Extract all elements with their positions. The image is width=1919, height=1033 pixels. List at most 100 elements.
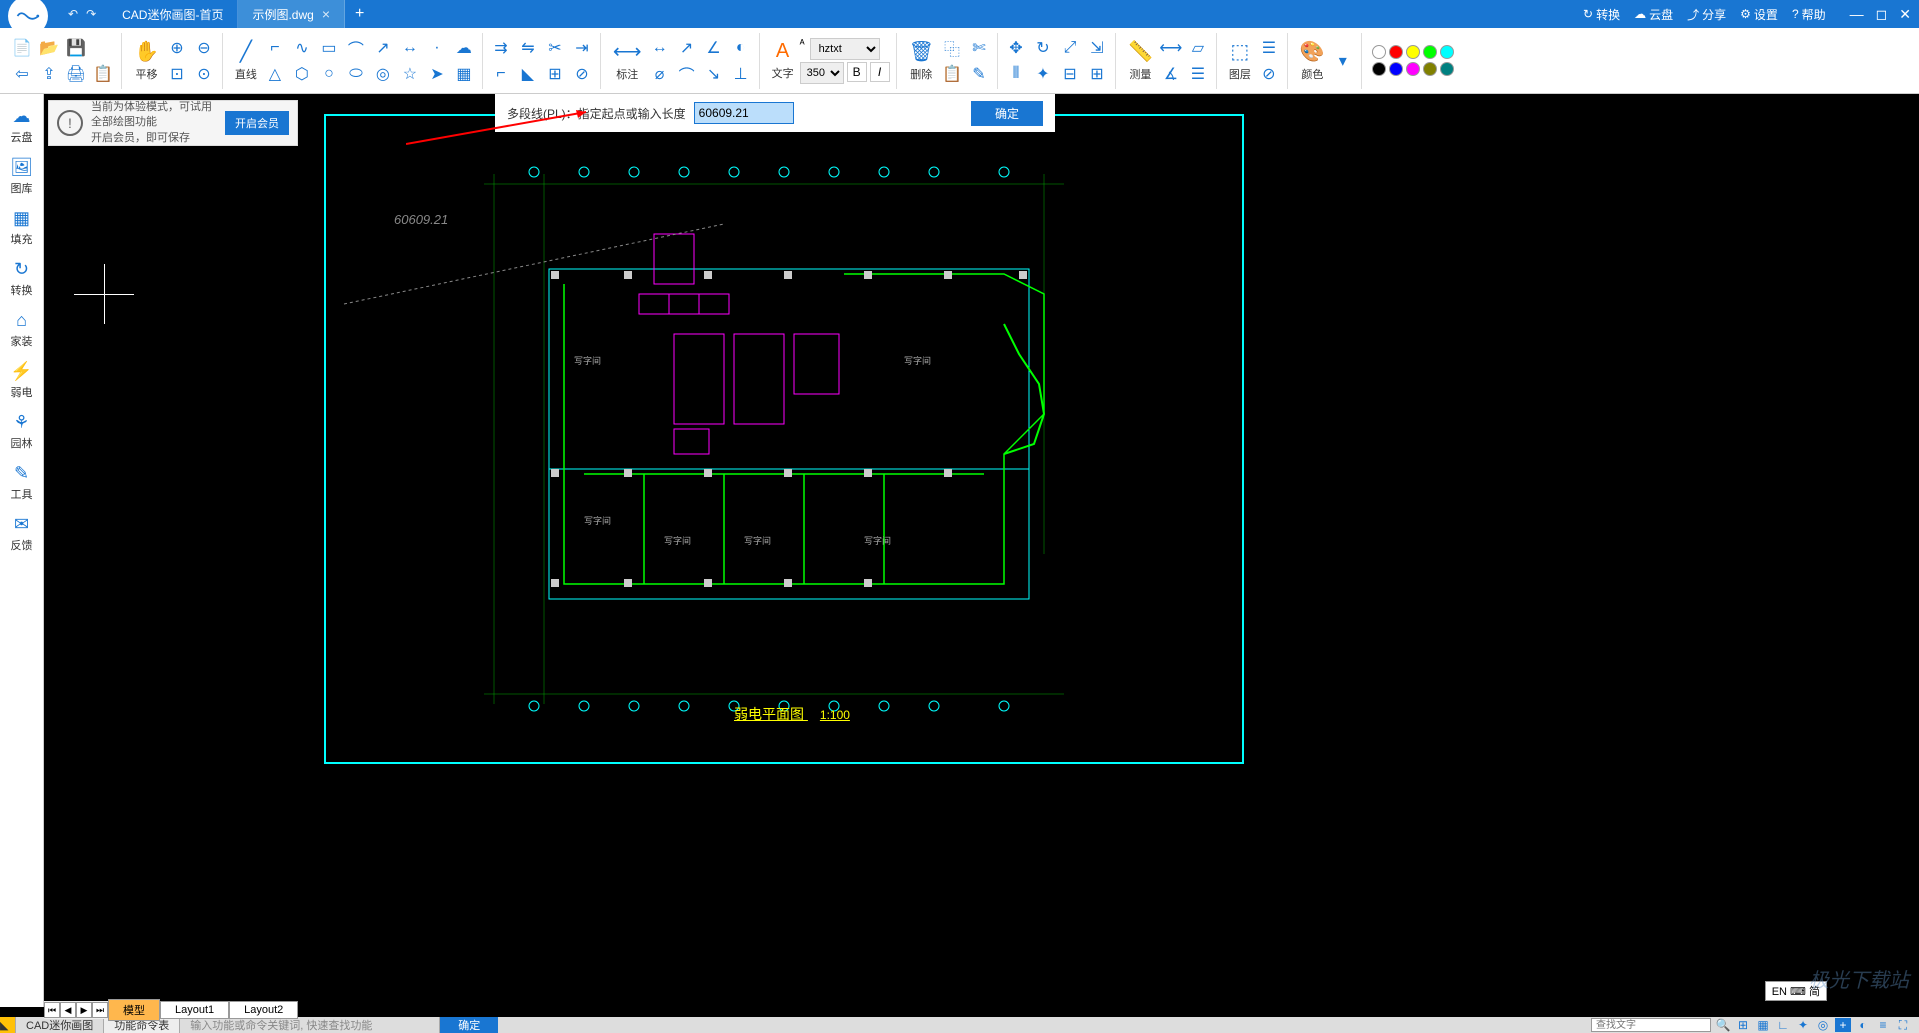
ortho-icon[interactable]: ∟: [1775, 1018, 1791, 1032]
paste-icon[interactable]: 📋: [940, 62, 964, 86]
color-swatch[interactable]: [1372, 62, 1386, 76]
spline-icon[interactable]: ∿: [290, 36, 314, 60]
hatch-tool-icon[interactable]: ▦: [452, 62, 476, 86]
polyline-icon[interactable]: ⌐: [263, 36, 287, 60]
fillet-icon[interactable]: ⌐: [489, 62, 513, 86]
back-icon[interactable]: ⇦: [10, 62, 34, 86]
sidebar-item-转换[interactable]: ↻转换: [0, 253, 43, 304]
cloud-button[interactable]: ☁云盘: [1634, 6, 1673, 23]
pdf-icon[interactable]: 📋: [91, 62, 115, 86]
tab-last-icon[interactable]: ⏭: [92, 1002, 108, 1018]
extend-icon[interactable]: ⇥: [570, 36, 594, 60]
polar-icon[interactable]: ✦: [1795, 1018, 1811, 1032]
print-icon[interactable]: 🖨: [64, 62, 88, 86]
settings-button[interactable]: ⚙设置: [1740, 6, 1778, 23]
dim-radius-icon[interactable]: ◐: [729, 36, 753, 60]
sidebar-item-工具[interactable]: ✎工具: [0, 457, 43, 508]
layer-manager-icon[interactable]: ☰: [1257, 36, 1281, 60]
close-window-icon[interactable]: ✕: [1899, 6, 1911, 23]
arrow-icon[interactable]: ➤: [425, 62, 449, 86]
mirror-icon[interactable]: ⇋: [516, 36, 540, 60]
chamfer-icon[interactable]: ◣: [516, 62, 540, 86]
tab-first-icon[interactable]: ⏮: [44, 1002, 60, 1018]
help-button[interactable]: ?帮助: [1792, 6, 1826, 23]
arc-icon[interactable]: ⌒: [344, 36, 368, 60]
cut-icon[interactable]: ✄: [967, 36, 991, 60]
crosshair-icon[interactable]: +: [1835, 1018, 1851, 1032]
rectangle-icon[interactable]: ▭: [317, 36, 341, 60]
export-icon[interactable]: ⇪: [37, 62, 61, 86]
search-icon[interactable]: 🔍: [1715, 1018, 1731, 1032]
area-icon[interactable]: ▱: [1186, 36, 1210, 60]
circle-icon[interactable]: ○: [317, 62, 341, 86]
group-icon[interactable]: ⊟: [1058, 62, 1082, 86]
drawing-canvas[interactable]: 60609.21: [44, 94, 1919, 1007]
command-input[interactable]: [694, 102, 794, 124]
revcloud-icon[interactable]: ☁: [452, 36, 476, 60]
minimize-icon[interactable]: ―: [1850, 6, 1864, 23]
layer-tool[interactable]: ⬚图层: [1223, 37, 1257, 84]
tab-example-dwg[interactable]: 示例图.dwg ×: [238, 0, 345, 28]
dim-aligned-icon[interactable]: ↗: [675, 36, 699, 60]
sidebar-item-图库[interactable]: 🖼图库: [0, 151, 43, 202]
color-swatch[interactable]: [1423, 45, 1437, 59]
angle-icon[interactable]: ∡: [1159, 62, 1183, 86]
sidebar-item-家装[interactable]: ⌂家装: [0, 304, 43, 355]
copy-icon[interactable]: ⿻: [940, 36, 964, 60]
align-icon[interactable]: ⫴: [1004, 62, 1028, 86]
font-size-select[interactable]: 350: [800, 62, 844, 84]
star-icon[interactable]: ☆: [398, 62, 422, 86]
dim-angular-icon[interactable]: ∠: [702, 36, 726, 60]
sidebar-item-填充[interactable]: ▦填充: [0, 202, 43, 253]
ellipse-icon[interactable]: ⬭: [344, 62, 368, 86]
polygon-icon[interactable]: ⬡: [290, 62, 314, 86]
break-icon[interactable]: ⊘: [570, 62, 594, 86]
line-tool[interactable]: ╱直线: [229, 37, 263, 84]
donut-icon[interactable]: ◎: [371, 62, 395, 86]
rotate-icon[interactable]: ↻: [1031, 36, 1055, 60]
scale-icon[interactable]: ⤢: [1058, 36, 1082, 60]
color-swatch[interactable]: [1440, 45, 1454, 59]
tab-prev-icon[interactable]: ◀: [60, 1002, 76, 1018]
zoom-in-icon[interactable]: ⊕: [165, 36, 189, 60]
new-file-icon[interactable]: 📄: [10, 36, 34, 60]
move-icon[interactable]: ✥: [1004, 36, 1028, 60]
xline-icon[interactable]: ↔: [398, 36, 422, 60]
upgrade-button[interactable]: 开启会员: [225, 111, 289, 135]
undo-arrow-icon[interactable]: ↶: [68, 7, 78, 21]
match-icon[interactable]: ✎: [967, 62, 991, 86]
sidebar-item-园林[interactable]: ⚘园林: [0, 406, 43, 457]
triangle-icon[interactable]: △: [263, 62, 287, 86]
stretch-icon[interactable]: ⇲: [1085, 36, 1109, 60]
fullscreen-icon[interactable]: ⛶: [1895, 1018, 1911, 1032]
add-tab-button[interactable]: +: [345, 0, 374, 28]
bold-button[interactable]: B: [847, 62, 867, 82]
dim-diameter-icon[interactable]: ⌀: [648, 62, 672, 86]
layer-off-icon[interactable]: ⊘: [1257, 62, 1281, 86]
redo-arrow-icon[interactable]: ↷: [86, 7, 96, 21]
tab-home[interactable]: CAD迷你画图-首页: [108, 0, 238, 28]
trim-icon[interactable]: ✂: [543, 36, 567, 60]
color-swatch[interactable]: [1423, 62, 1437, 76]
block-icon[interactable]: ⊞: [1085, 62, 1109, 86]
list-icon[interactable]: ☰: [1186, 62, 1210, 86]
text-tool[interactable]: A文字: [766, 38, 800, 83]
find-text-input[interactable]: [1591, 1018, 1711, 1032]
font-select[interactable]: hztxt: [810, 38, 880, 60]
sidebar-item-云盘[interactable]: ☁云盘: [0, 100, 43, 151]
array-icon[interactable]: ⊞: [543, 62, 567, 86]
bycolor-icon[interactable]: ▾: [1331, 49, 1355, 73]
annotate-tool[interactable]: ⟷标注: [607, 37, 648, 84]
tab-next-icon[interactable]: ▶: [76, 1002, 92, 1018]
layout-tab-2[interactable]: Layout2: [229, 1001, 298, 1019]
dim-arc-icon[interactable]: ⌒: [675, 62, 699, 86]
dyn-icon[interactable]: ◐: [1855, 1018, 1871, 1032]
color-swatch[interactable]: [1406, 62, 1420, 76]
status-confirm-button[interactable]: 确定: [440, 1017, 498, 1033]
color-swatch[interactable]: [1389, 45, 1403, 59]
sidebar-item-反馈[interactable]: ✉反馈: [0, 508, 43, 559]
measure-tool[interactable]: 📏测量: [1122, 37, 1159, 84]
open-file-icon[interactable]: 📂: [37, 36, 61, 60]
dim-linear-icon[interactable]: ↔: [648, 36, 672, 60]
maximize-icon[interactable]: ◻: [1876, 6, 1888, 23]
